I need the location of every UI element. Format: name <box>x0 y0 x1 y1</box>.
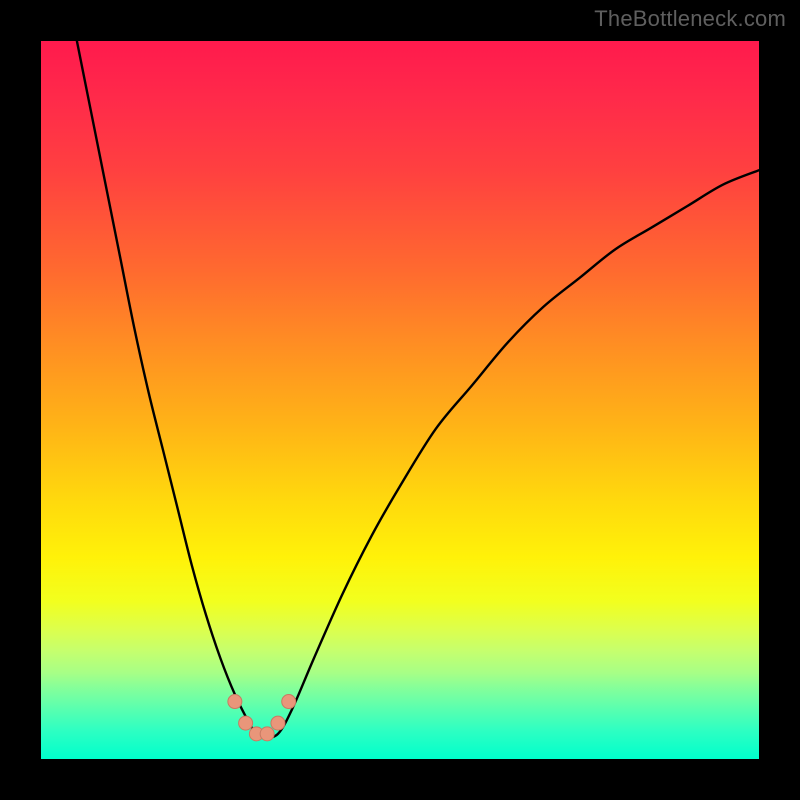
watermark-text: TheBottleneck.com <box>594 6 786 32</box>
chart-frame: TheBottleneck.com <box>0 0 800 800</box>
marker-dot <box>271 716 285 730</box>
plot-area <box>41 41 759 759</box>
marker-layer <box>228 695 296 741</box>
marker-dot <box>260 727 274 741</box>
marker-dot <box>228 695 242 709</box>
chart-svg <box>41 41 759 759</box>
marker-dot <box>239 716 253 730</box>
bottleneck-curve <box>77 41 759 738</box>
curve-layer <box>77 41 759 738</box>
marker-dot <box>282 695 296 709</box>
